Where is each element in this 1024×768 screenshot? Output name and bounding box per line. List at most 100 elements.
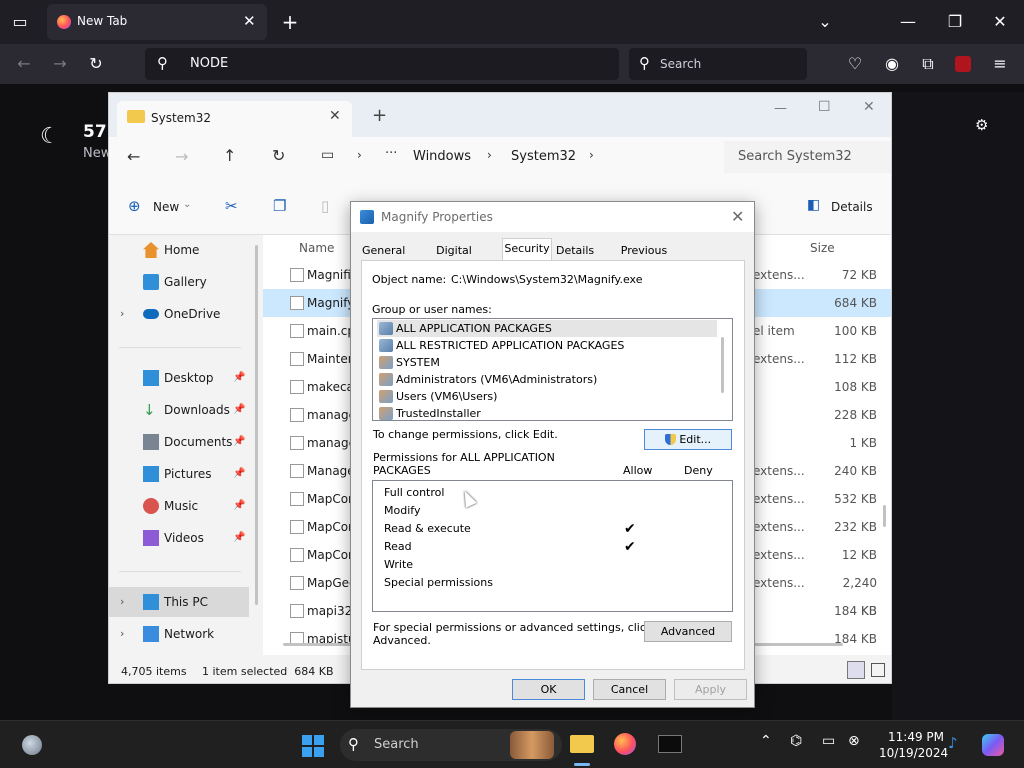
home-icon — [143, 242, 159, 258]
list-item[interactable]: SYSTEM — [377, 354, 717, 371]
column-header-name[interactable]: Name — [299, 241, 334, 255]
refresh-icon[interactable]: ↻ — [272, 146, 285, 165]
volume-muted-icon[interactable]: ⊗ — [848, 733, 860, 749]
videos-icon — [143, 530, 159, 546]
forward-icon[interactable]: → — [50, 54, 70, 74]
nav-item-this-pc[interactable]: › This PC — [109, 587, 249, 617]
restore-icon[interactable]: ❐ — [945, 12, 965, 32]
advanced-button[interactable]: Advanced — [644, 621, 732, 642]
back-icon[interactable]: ← — [14, 54, 34, 74]
browser-tab-title: New Tab — [77, 14, 128, 28]
chevron-up-icon[interactable]: ⌃ — [760, 733, 772, 749]
details-view-icon[interactable] — [847, 661, 865, 679]
tab-list-icon[interactable]: ▭ — [10, 12, 30, 32]
files-scrollbar[interactable] — [883, 505, 886, 527]
close-window-icon[interactable]: ✕ — [990, 12, 1010, 32]
file-explorer-taskbar-icon[interactable] — [570, 735, 594, 753]
list-item[interactable]: ALL RESTRICTED APPLICATION PACKAGES — [377, 337, 717, 354]
menu-icon[interactable]: ≡ — [990, 54, 1010, 74]
minimize-icon[interactable]: — — [774, 101, 787, 116]
close-tab-icon[interactable]: ✕ — [243, 12, 256, 30]
browser-tab-new-tab[interactable]: New Tab ✕ — [47, 4, 267, 40]
nav-item-videos[interactable]: Videos 📌 — [109, 523, 249, 553]
tiles-view-icon[interactable] — [871, 663, 885, 677]
notification-bell-icon[interactable]: ♪ — [948, 734, 958, 752]
breadcrumb-system32[interactable]: System32 — [511, 149, 576, 164]
settings-gear-icon[interactable]: ⚙ — [975, 116, 988, 134]
nav-item-onedrive[interactable]: › OneDrive — [109, 299, 249, 329]
column-header-size[interactable]: Size — [810, 241, 835, 255]
cut-icon[interactable]: ✂ — [225, 197, 238, 215]
new-button[interactable]: New — [153, 200, 179, 214]
nav-item-downloads[interactable]: ↓ Downloads 📌 — [109, 395, 249, 425]
nav-item-gallery[interactable]: Gallery — [109, 267, 249, 297]
chevron-right-icon[interactable]: › — [120, 587, 124, 617]
nav-item-pictures[interactable]: Pictures 📌 — [109, 459, 249, 489]
ublock-badge-icon[interactable] — [955, 56, 971, 72]
file-icon — [290, 436, 304, 450]
up-icon[interactable]: ↑ — [223, 146, 236, 165]
list-item[interactable]: Users (VM6\Users) — [377, 388, 717, 405]
widgets-icon[interactable] — [22, 735, 42, 755]
close-window-icon[interactable]: ✕ — [863, 99, 875, 115]
more-icon[interactable]: ··· — [385, 146, 397, 161]
tab-security[interactable]: Security — [502, 238, 552, 261]
chevron-right-icon[interactable]: › — [120, 299, 124, 329]
tab-general[interactable]: General — [361, 240, 405, 261]
breadcrumb-windows[interactable]: Windows — [413, 149, 471, 164]
details-button[interactable]: Details — [831, 200, 873, 214]
chevron-down-icon[interactable]: ⌄ — [815, 12, 835, 32]
copilot-icon[interactable] — [982, 734, 1004, 756]
close-icon[interactable]: ✕ — [731, 207, 744, 226]
nav-item-desktop[interactable]: Desktop 📌 — [109, 363, 249, 393]
users-listbox[interactable]: ALL APPLICATION PACKAGES ALL RESTRICTED A… — [372, 318, 733, 421]
reload-icon[interactable]: ↻ — [86, 54, 106, 74]
apply-button[interactable]: Apply — [674, 679, 747, 700]
nav-item-network[interactable]: › Network — [109, 619, 249, 649]
taskbar-time[interactable]: 11:49 PM — [888, 730, 944, 744]
minimize-icon[interactable]: — — [898, 12, 918, 32]
file-size: 184 KB — [834, 632, 877, 646]
cancel-button[interactable]: Cancel — [593, 679, 666, 700]
nav-item-documents[interactable]: Documents 📌 — [109, 427, 249, 457]
chevron-right-icon[interactable]: › — [120, 619, 124, 649]
display-icon[interactable]: ▭ — [822, 733, 835, 749]
tab-digital-signatures[interactable]: Digital Signatures — [409, 240, 499, 276]
paste-icon[interactable]: ▯ — [321, 197, 329, 215]
forward-icon[interactable]: → — [175, 147, 188, 166]
nav-scrollbar[interactable] — [255, 245, 258, 605]
copy-icon[interactable]: ❐ — [273, 197, 286, 215]
nav-label: Desktop — [164, 371, 214, 385]
new-tab-icon[interactable]: + — [280, 12, 300, 32]
tab-details[interactable]: Details — [555, 240, 595, 261]
list-item[interactable]: Administrators (VM6\Administrators) — [377, 371, 717, 388]
url-bar[interactable]: ⚲ NODE — [145, 48, 619, 80]
network-status-icon[interactable]: ⌬ — [790, 733, 802, 749]
nav-item-music[interactable]: Music 📌 — [109, 491, 249, 521]
start-tile — [302, 735, 312, 745]
ok-button[interactable]: OK — [512, 679, 585, 700]
maximize-icon[interactable]: ☐ — [818, 99, 831, 115]
users-scrollbar[interactable] — [721, 337, 724, 393]
list-item[interactable]: TrustedInstaller — [377, 405, 717, 420]
new-tab-icon[interactable]: + — [372, 105, 387, 126]
tab-previous-versions[interactable]: Previous Versions — [599, 240, 689, 276]
account-icon[interactable]: ◉ — [882, 54, 902, 74]
firefox-taskbar-icon[interactable] — [614, 733, 636, 755]
breadcrumb[interactable]: ▭ › ··· Windows › System32 › — [311, 141, 711, 173]
nav-item-home[interactable]: Home — [109, 235, 249, 265]
close-tab-icon[interactable]: ✕ — [329, 108, 341, 124]
pocket-icon[interactable]: ♡ — [845, 54, 865, 74]
extensions-icon[interactable]: ⧉ — [918, 54, 938, 74]
edit-button[interactable]: Edit... — [644, 429, 732, 450]
start-button[interactable] — [302, 735, 324, 757]
explorer-tab-system32[interactable]: System32 ✕ — [117, 101, 352, 137]
explorer-search-input[interactable]: Search System32 — [724, 141, 891, 173]
terminal-taskbar-icon[interactable] — [658, 735, 682, 753]
file-icon — [290, 268, 304, 282]
back-icon[interactable]: ← — [127, 147, 140, 166]
browser-search-bar[interactable]: ⚲ Search — [629, 48, 807, 80]
taskbar-date[interactable]: 10/19/2024 — [879, 746, 948, 760]
taskbar-search-box[interactable]: ⚲ Search — [340, 729, 562, 761]
list-item[interactable]: ALL APPLICATION PACKAGES — [377, 320, 717, 337]
